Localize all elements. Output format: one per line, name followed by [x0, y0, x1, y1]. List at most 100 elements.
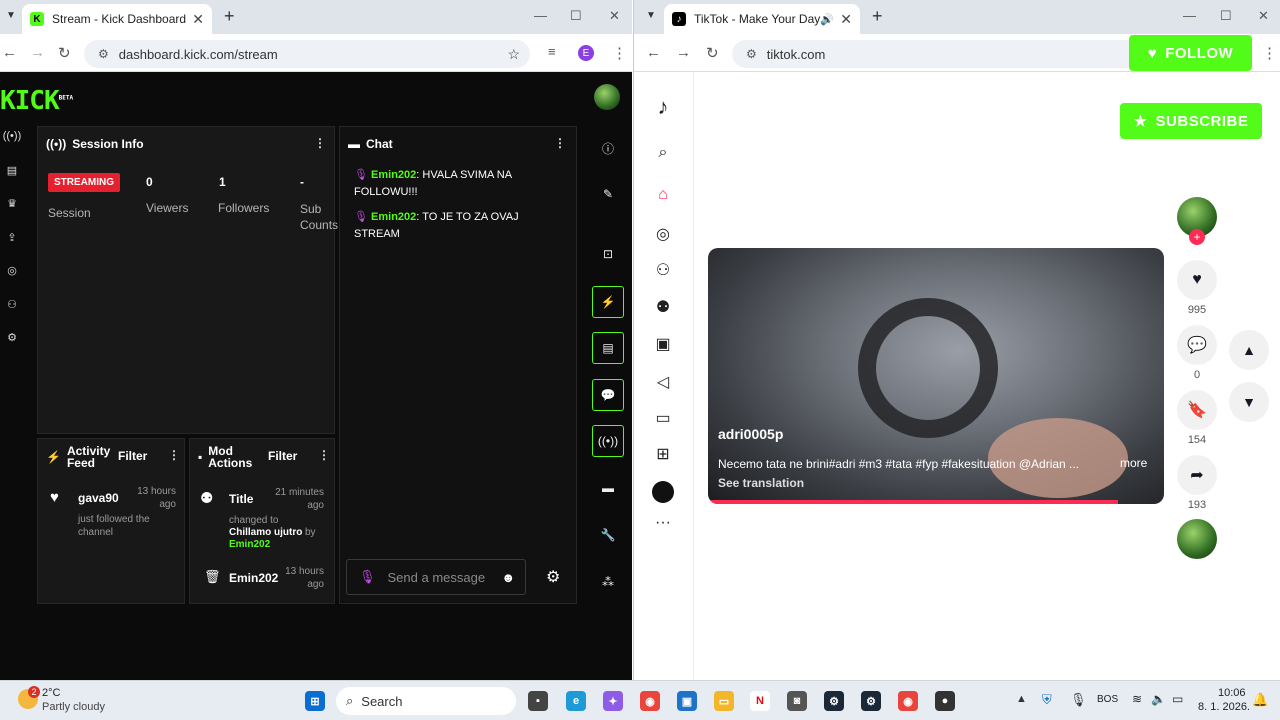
start-windows-icon[interactable]: ⊞ — [305, 691, 325, 711]
explore-icon[interactable]: ◎ — [650, 224, 676, 244]
chrome-icon[interactable]: ◉ — [640, 691, 660, 711]
sound-disc-avatar[interactable] — [1177, 519, 1217, 559]
netflix-icon[interactable]: N — [750, 691, 770, 711]
volume-icon[interactable]: 🔈 — [1151, 692, 1166, 706]
mod-more-icon[interactable]: ⋮ — [318, 448, 330, 462]
trophy-nav-icon[interactable]: ♛ — [0, 197, 24, 231]
save-action[interactable]: 🔖 154 — [1175, 390, 1219, 446]
steam-icon-2[interactable]: ⚙ — [861, 691, 881, 711]
kick-logo[interactable]: KICKBETA — [0, 86, 73, 116]
upload-nav-icon[interactable]: ⇪ — [0, 231, 24, 265]
friends-icon[interactable]: ⚉ — [650, 297, 676, 317]
bookmark-star-icon[interactable]: ☆ — [507, 46, 520, 63]
info-icon[interactable]: ⓘ — [592, 132, 624, 164]
close-tab-icon[interactable]: ✕ — [840, 11, 852, 28]
site-info-icon[interactable]: ⚙ — [746, 47, 757, 61]
tab-tiktok[interactable]: ♪ TikTok - Make Your Day 🔊 ✕ — [664, 4, 860, 34]
previous-video-button[interactable]: ▲ — [1229, 330, 1269, 370]
home-icon[interactable]: ⌂ — [650, 186, 676, 204]
following-icon[interactable]: ⚇ — [650, 260, 676, 280]
store-icon[interactable]: ▣ — [677, 691, 697, 711]
quick-action-bolt-icon[interactable]: ⚡ — [592, 286, 624, 318]
chrome-active-icon[interactable]: ◉ — [898, 691, 918, 711]
reload-icon[interactable]: ↻ — [706, 44, 719, 62]
tab-search-dropdown-icon[interactable]: ▼ — [646, 10, 656, 21]
media-control-icon[interactable]: ≡ — [548, 44, 556, 59]
chat-message-input[interactable]: 🎙 Send a message ☻ — [346, 559, 526, 595]
tab-kick-dashboard[interactable]: K Stream - Kick Dashboard ✕ — [22, 4, 212, 34]
language-indicator[interactable]: BOS — [1097, 694, 1118, 705]
tiktok-logo-icon[interactable]: ♪ — [650, 94, 676, 120]
user-avatar[interactable] — [594, 84, 620, 110]
browser-menu-icon[interactable]: ⋮ — [1262, 44, 1277, 62]
emoji-icon[interactable]: ☻ — [501, 570, 515, 585]
edit-icon[interactable]: ✎ — [592, 178, 624, 210]
weather-temp[interactable]: 2°C — [42, 687, 60, 699]
activity-filter-button[interactable]: Filter — [118, 449, 147, 463]
caption-more-link[interactable]: more — [1120, 456, 1147, 470]
edge-icon[interactable]: e — [566, 691, 586, 711]
next-video-button[interactable]: ▼ — [1229, 382, 1269, 422]
copilot-icon[interactable]: ✦ — [603, 691, 623, 711]
moderation-nav-icon[interactable]: ◎ — [0, 264, 24, 298]
video-username[interactable]: adri0005p — [718, 426, 783, 442]
settings-nav-icon[interactable]: ⚙ — [0, 331, 24, 365]
close-window-icon[interactable]: ✕ — [1258, 8, 1269, 24]
task-view-icon[interactable]: ▪ — [528, 691, 548, 711]
mod-filter-button[interactable]: Filter — [268, 449, 297, 463]
integrations-icon[interactable]: ⁂ — [592, 566, 624, 598]
maximize-icon[interactable]: ☐ — [1220, 8, 1232, 24]
like-action[interactable]: ♥ 995 — [1175, 260, 1219, 316]
close-tab-icon[interactable]: ✕ — [192, 11, 204, 28]
activity-more-icon[interactable]: ⋮ — [168, 448, 180, 462]
file-explorer-icon[interactable]: ▭ — [714, 691, 734, 711]
tab-search-dropdown-icon[interactable]: ▼ — [6, 10, 16, 21]
battery-icon[interactable]: ▭ — [1172, 692, 1183, 706]
back-icon[interactable]: ← — [646, 44, 661, 61]
community-nav-icon[interactable]: ⚇ — [0, 298, 24, 332]
browser-menu-icon[interactable]: ⋮ — [612, 44, 627, 62]
video-progress-bar[interactable] — [708, 500, 1119, 504]
session-more-icon[interactable]: ⋮ — [314, 136, 326, 150]
camera-icon[interactable]: ◙ — [787, 691, 807, 711]
more-icon[interactable]: ··· — [650, 514, 676, 532]
address-bar[interactable]: ⚙ dashboard.kick.com/stream ☆ — [84, 40, 530, 68]
forward-icon[interactable]: → — [30, 44, 45, 61]
comment-action[interactable]: 💬 0 — [1175, 325, 1219, 381]
maximize-icon[interactable]: ☐ — [570, 8, 582, 24]
activity-username[interactable]: gava90 — [78, 491, 119, 505]
scan-icon[interactable]: ⊡ — [592, 238, 624, 270]
chat-username[interactable]: Emin202 — [371, 169, 416, 181]
video-icon[interactable]: ▬ — [592, 472, 624, 504]
new-tab-icon[interactable]: + — [872, 6, 883, 27]
see-translation-link[interactable]: See translation — [718, 476, 804, 490]
weather-desc[interactable]: Partly cloudy — [42, 701, 105, 713]
search-icon[interactable]: ⌕ — [650, 144, 676, 162]
profile-avatar[interactable] — [652, 481, 674, 503]
address-bar[interactable]: ⚙ tiktok.com — [732, 40, 1152, 68]
new-tab-icon[interactable]: + — [224, 6, 235, 27]
obs-icon[interactable]: ● — [935, 691, 955, 711]
follow-plus-icon[interactable]: + — [1189, 229, 1205, 245]
audio-playing-icon[interactable]: 🔊 — [820, 13, 834, 26]
reload-icon[interactable]: ↻ — [58, 44, 71, 62]
notes-icon[interactable]: ▤ — [592, 332, 624, 364]
wifi-icon[interactable]: ≋ — [1132, 692, 1142, 706]
wrench-icon[interactable]: 🔧 — [592, 519, 624, 551]
mod-item-user[interactable]: Emin202 — [229, 539, 270, 550]
subscribe-overlay-button[interactable]: ★ SUBSCRIBE — [1120, 103, 1262, 139]
analytics-nav-icon[interactable]: ▤ — [0, 164, 24, 198]
chat-toggle-icon[interactable]: 💬 — [592, 379, 624, 411]
clock-time[interactable]: 10:06 — [1218, 687, 1246, 699]
follow-overlay-button[interactable]: ♥ FOLLOW — [1129, 35, 1252, 71]
upload-icon[interactable]: ⊞ — [650, 444, 676, 464]
minimize-icon[interactable]: — — [534, 8, 547, 23]
activity-icon[interactable]: ▭ — [650, 408, 676, 428]
steam-icon[interactable]: ⚙ — [824, 691, 844, 711]
profile-avatar[interactable]: E — [578, 45, 594, 61]
live-icon[interactable]: ▣ — [650, 334, 676, 354]
defender-icon[interactable]: ⛨ — [1042, 692, 1052, 708]
clock-date[interactable]: 8. 1. 2026. — [1198, 701, 1250, 713]
tray-chevron-up-icon[interactable]: ▲ — [1016, 693, 1027, 705]
chat-username[interactable]: Emin202 — [371, 211, 416, 223]
